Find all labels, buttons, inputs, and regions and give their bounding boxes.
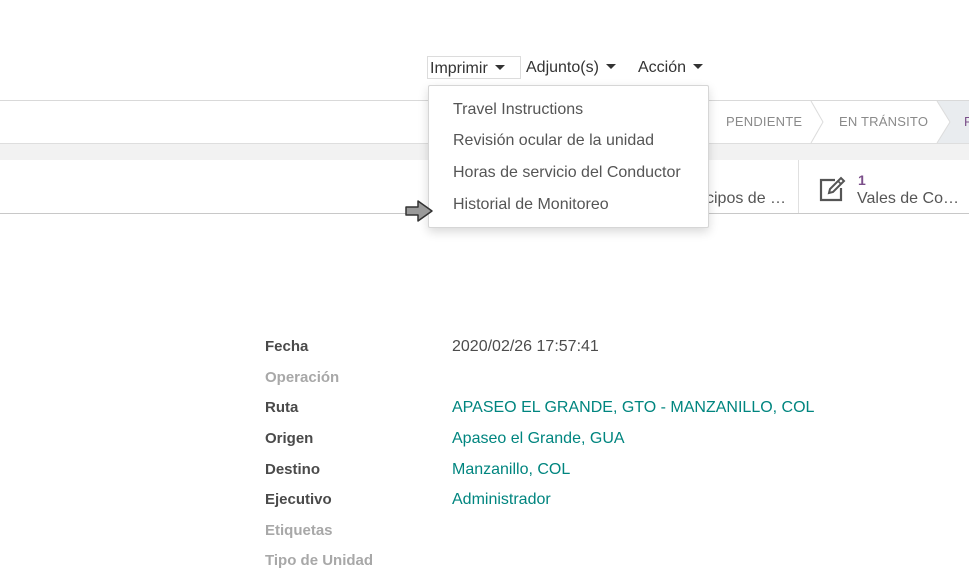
print-dropdown-button[interactable]: Imprimir <box>427 56 521 79</box>
action-label: Acción <box>638 59 687 76</box>
attachments-label: Adjunto(s) <box>526 59 599 76</box>
caret-down-icon <box>494 65 505 70</box>
vouchers-smart-button[interactable] <box>817 175 847 205</box>
caret-down-icon <box>693 64 704 69</box>
edit-icon <box>819 176 846 202</box>
menu-item-unit-inspection[interactable]: Revisión ocular de la unidad <box>453 131 654 151</box>
menu-item-travel-instructions[interactable]: Travel Instructions <box>453 100 583 120</box>
print-label: Imprimir <box>430 60 488 77</box>
field-link-executive[interactable]: Administrador <box>452 491 551 509</box>
field-label-tags: Etiquetas <box>265 522 333 539</box>
field-label-operation: Operación <box>265 369 340 386</box>
attachments-dropdown-button[interactable]: Adjunto(s) <box>524 56 618 79</box>
pointer-arrow-icon <box>405 200 433 222</box>
print-dropdown-menu: Travel Instructions Revisión ocular de l… <box>428 85 709 228</box>
menu-item-driver-hours[interactable]: Horas de servicio del Conductor <box>453 163 681 183</box>
field-label-unit-type: Tipo de Unidad <box>265 552 374 569</box>
stage-current[interactable]: F <box>964 101 969 143</box>
vouchers-label[interactable]: Vales de Co… <box>857 190 959 208</box>
vouchers-count: 1 <box>858 172 866 188</box>
smart-button-participants[interactable]: cipos de … <box>706 190 786 208</box>
field-value-date: 2020/02/26 17:57:41 <box>452 338 599 355</box>
field-label-executive: Ejecutivo <box>265 491 332 508</box>
stage-in-transit[interactable]: EN TRÁNSITO <box>839 101 928 143</box>
field-link-origin[interactable]: Apaseo el Grande, GUA <box>452 430 625 448</box>
field-link-route[interactable]: APASEO EL GRANDE, GTO - MANZANILLO, COL <box>452 399 814 417</box>
field-label-date: Fecha <box>265 338 309 355</box>
field-label-route: Ruta <box>265 399 299 416</box>
stage-pending[interactable]: PENDIENTE <box>726 101 802 143</box>
field-link-destination[interactable]: Manzanillo, COL <box>452 461 570 479</box>
field-label-origin: Origen <box>265 430 314 447</box>
caret-down-icon <box>605 64 616 69</box>
action-dropdown-button[interactable]: Acción <box>636 56 705 79</box>
smart-button-divider <box>798 160 799 213</box>
field-label-destination: Destino <box>265 461 321 478</box>
menu-item-monitoring-history[interactable]: Historial de Monitoreo <box>453 195 609 215</box>
